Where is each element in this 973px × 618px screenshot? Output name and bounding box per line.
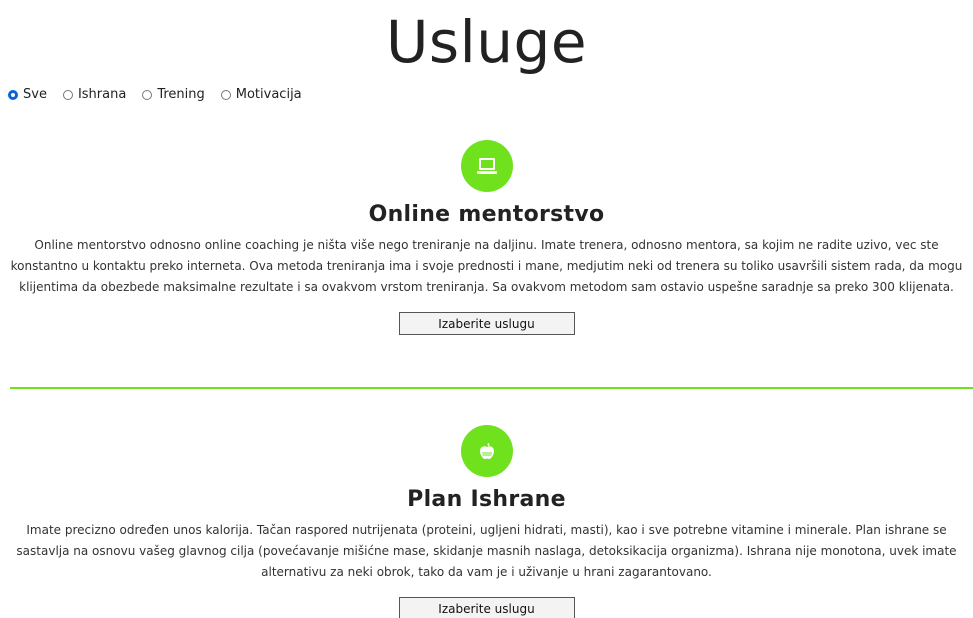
- filter-label: Ishrana: [77, 87, 127, 102]
- category-filter: Sve Ishrana Trening Motivacija: [8, 87, 318, 102]
- filter-trening[interactable]: Trening: [142, 87, 205, 102]
- filter-sve[interactable]: Sve: [8, 87, 47, 102]
- service-title: Plan Ishrane: [407, 487, 566, 512]
- services-page: Usluge Sve Ishrana Trening Motivacija On…: [0, 0, 973, 618]
- service-description: Online mentorstvo odnosno online coachin…: [10, 238, 963, 294]
- apple-icon: [479, 443, 494, 459]
- filter-label: Motivacija: [235, 87, 302, 102]
- service-description: Imate precizno određen unos kalorija. Ta…: [16, 523, 957, 579]
- radio-button[interactable]: [62, 89, 73, 100]
- service-card-plan-ishrane: Plan Ishrane Imate precizno određen unos…: [0, 425, 973, 618]
- select-service-button[interactable]: Izaberite uslugu: [398, 597, 575, 618]
- filter-label: Sve: [23, 87, 47, 102]
- service-title: Online mentorstvo: [368, 202, 605, 227]
- section-divider: [10, 387, 973, 389]
- page-title: Usluge: [385, 8, 588, 76]
- laptop-icon: [476, 158, 497, 174]
- service-icon-badge: [460, 140, 513, 192]
- filter-label: Trening: [157, 87, 205, 102]
- radio-button[interactable]: [220, 89, 231, 100]
- service-icon-badge: [460, 425, 513, 477]
- radio-button-checked[interactable]: [8, 89, 18, 100]
- radio-button[interactable]: [142, 89, 153, 100]
- filter-ishrana[interactable]: Ishrana: [62, 87, 127, 102]
- filter-motivacija[interactable]: Motivacija: [220, 87, 302, 102]
- service-card-online-mentorstvo: Online mentorstvo Online mentorstvo odno…: [0, 140, 973, 335]
- select-service-button[interactable]: Izaberite uslugu: [398, 312, 575, 335]
